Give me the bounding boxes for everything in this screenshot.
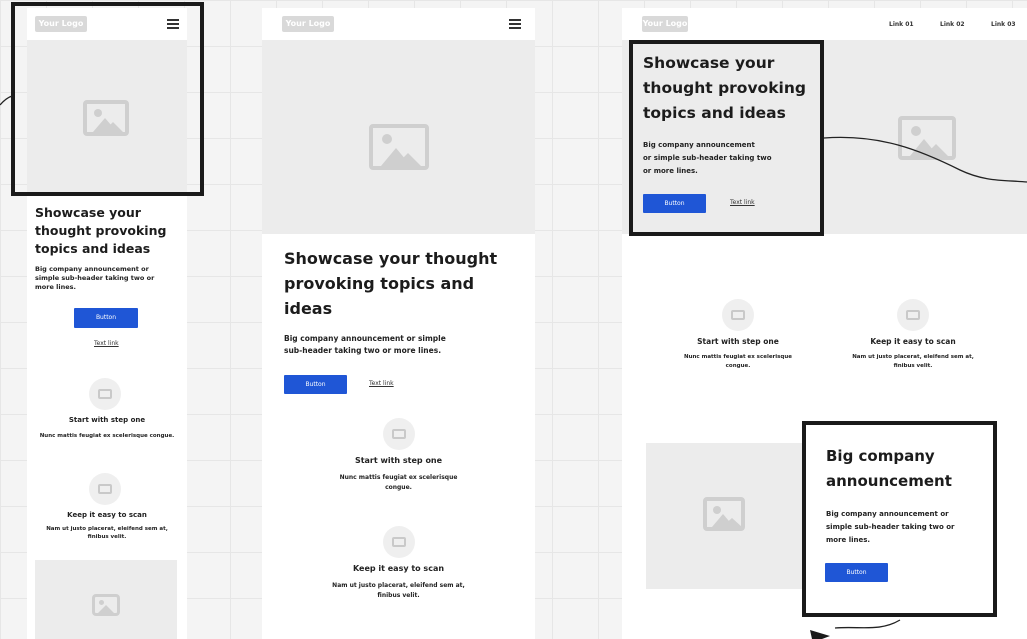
- connector-line-desktop: [823, 136, 1027, 183]
- connector-line-left: [0, 95, 13, 106]
- connector-line-bottom: [834, 619, 901, 629]
- sketch-annotations: [0, 95, 1027, 639]
- arrow-head-icon: [810, 630, 830, 639]
- canvas: { "logo": "Your Logo", "headline": "Show…: [0, 0, 1027, 639]
